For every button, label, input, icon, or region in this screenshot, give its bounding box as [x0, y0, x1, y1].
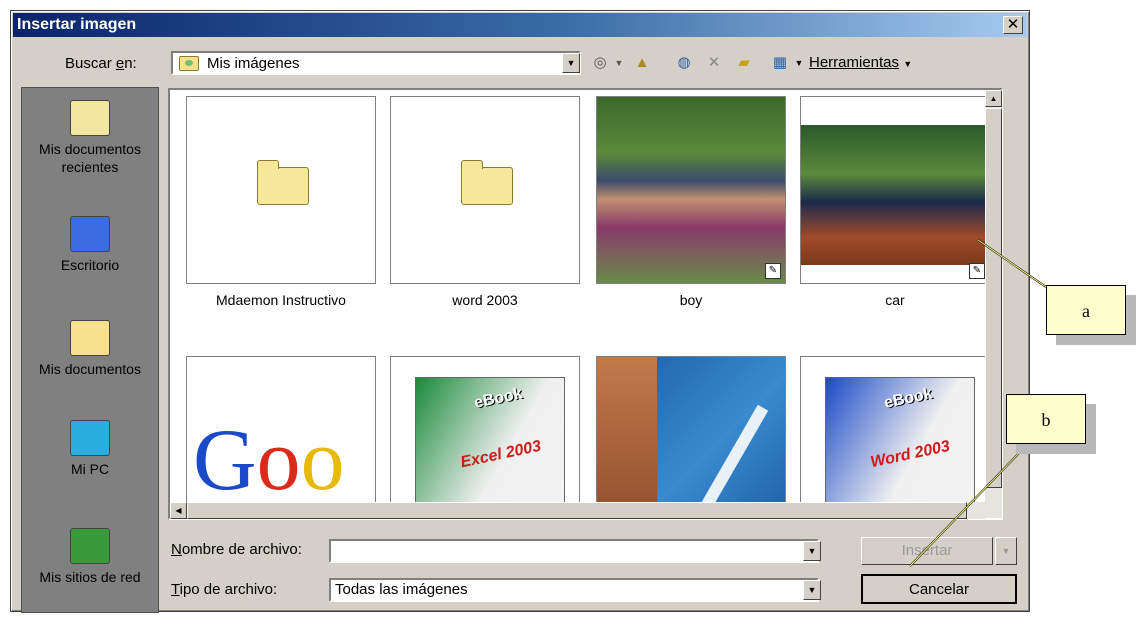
callout-b: b — [1006, 394, 1086, 444]
pointer-line-a-highlight — [977, 239, 1047, 288]
annotation-pointers — [909, 239, 1047, 567]
pointer-line-b-highlight — [909, 449, 1023, 567]
callout-a: a — [1046, 285, 1126, 335]
